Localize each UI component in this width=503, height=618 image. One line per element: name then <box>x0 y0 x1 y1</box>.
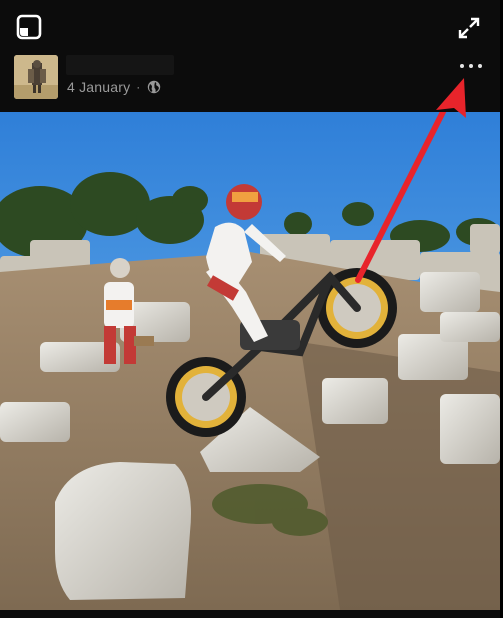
post-meta: 4 January · <box>67 78 161 96</box>
viewer-footer <box>0 610 500 618</box>
expand-button[interactable] <box>456 15 482 41</box>
expand-icon <box>458 17 480 39</box>
globe-icon <box>147 80 160 94</box>
more-options-icon <box>460 64 464 68</box>
avatar[interactable] <box>14 55 58 99</box>
video-frame[interactable] <box>0 112 500 610</box>
annotation-arrowhead <box>436 78 466 118</box>
author-name-redacted <box>66 55 174 75</box>
annotation-arrow <box>355 112 447 283</box>
picture-in-picture-icon <box>16 14 42 40</box>
avatar-image <box>14 55 58 99</box>
meta-separator: · <box>136 80 141 94</box>
picture-in-picture-button[interactable] <box>16 14 42 40</box>
post-date[interactable]: 4 January <box>67 79 130 95</box>
video-viewer: 4 January · <box>0 0 503 618</box>
